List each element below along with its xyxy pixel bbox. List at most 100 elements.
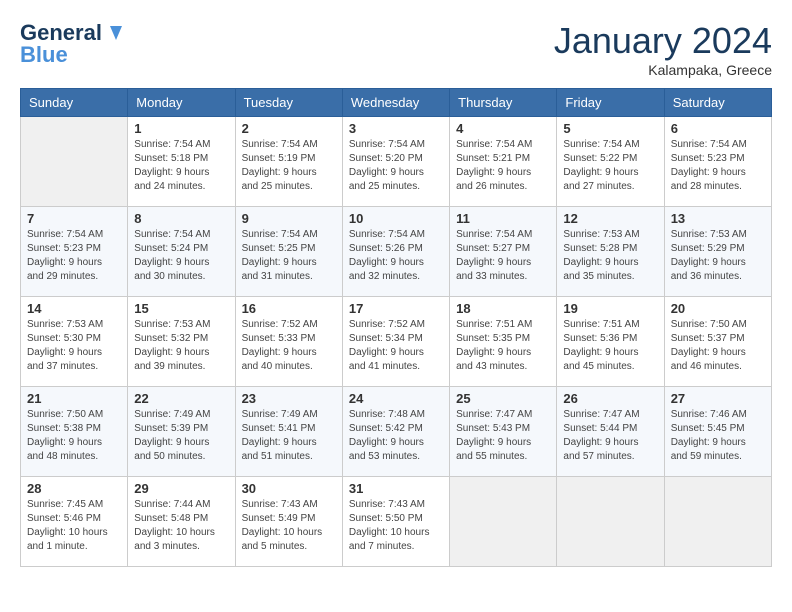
cell-info: Sunrise: 7:54 AM Sunset: 5:20 PM Dayligh… bbox=[349, 138, 443, 194]
day-number: 18 bbox=[456, 301, 550, 316]
calendar-cell: 20Sunrise: 7:50 AM Sunset: 5:37 PM Dayli… bbox=[664, 297, 771, 387]
calendar-cell: 11Sunrise: 7:54 AM Sunset: 5:27 PM Dayli… bbox=[450, 207, 557, 297]
calendar-cell: 23 Sunrise: 7:49 AM Sunset: 5:41 PM Dayli… bbox=[235, 387, 342, 477]
cell-info: Sunrise: 7:51 AM Sunset: 5:35 PM Dayligh… bbox=[456, 318, 550, 374]
calendar-cell: 24 Sunrise: 7:48 AM Sunset: 5:42 PM Dayli… bbox=[342, 387, 449, 477]
cell-info: Sunrise: 7:50 AM Sunset: 5:38 PM Dayligh… bbox=[27, 408, 121, 464]
logo: General Blue bbox=[20, 20, 124, 68]
day-number: 10 bbox=[349, 211, 443, 226]
cell-info: Sunrise: 7:54 AM Sunset: 5:22 PM Dayligh… bbox=[563, 138, 657, 194]
calendar-cell: 25 Sunrise: 7:47 AM Sunset: 5:43 PM Dayli… bbox=[450, 387, 557, 477]
weekday-header-row: SundayMondayTuesdayWednesdayThursdayFrid… bbox=[21, 89, 772, 117]
day-number: 20 bbox=[671, 301, 765, 316]
calendar-cell: 28Sunrise: 7:45 AM Sunset: 5:46 PM Dayli… bbox=[21, 477, 128, 567]
calendar-cell: 8 Sunrise: 7:54 AM Sunset: 5:24 PM Daylig… bbox=[128, 207, 235, 297]
location: Kalampaka, Greece bbox=[554, 62, 772, 78]
weekday-header: Tuesday bbox=[235, 89, 342, 117]
weekday-header: Sunday bbox=[21, 89, 128, 117]
logo-icon bbox=[102, 22, 124, 44]
day-number: 19 bbox=[563, 301, 657, 316]
cell-info: Sunrise: 7:53 AM Sunset: 5:28 PM Dayligh… bbox=[563, 228, 657, 284]
cell-info: Sunrise: 7:52 AM Sunset: 5:34 PM Dayligh… bbox=[349, 318, 443, 374]
day-number: 26 bbox=[563, 391, 657, 406]
calendar-cell: 6Sunrise: 7:54 AM Sunset: 5:23 PM Daylig… bbox=[664, 117, 771, 207]
day-number: 21 bbox=[27, 391, 121, 406]
cell-info: Sunrise: 7:54 AM Sunset: 5:21 PM Dayligh… bbox=[456, 138, 550, 194]
weekday-header: Friday bbox=[557, 89, 664, 117]
calendar-cell: 9Sunrise: 7:54 AM Sunset: 5:25 PM Daylig… bbox=[235, 207, 342, 297]
calendar-cell: 7 Sunrise: 7:54 AM Sunset: 5:23 PM Daylig… bbox=[21, 207, 128, 297]
day-number: 31 bbox=[349, 481, 443, 496]
cell-info: Sunrise: 7:54 AM Sunset: 5:25 PM Dayligh… bbox=[242, 228, 336, 284]
weekday-header: Thursday bbox=[450, 89, 557, 117]
calendar-cell: 29 Sunrise: 7:44 AM Sunset: 5:48 PM Dayli… bbox=[128, 477, 235, 567]
day-number: 13 bbox=[671, 211, 765, 226]
day-number: 5 bbox=[563, 121, 657, 136]
day-number: 16 bbox=[242, 301, 336, 316]
calendar-week-row: 1 Sunrise: 7:54 AM Sunset: 5:18 PM Daylig… bbox=[21, 117, 772, 207]
cell-info: Sunrise: 7:47 AM Sunset: 5:44 PM Dayligh… bbox=[563, 408, 657, 464]
calendar-cell: 2 Sunrise: 7:54 AM Sunset: 5:19 PM Daylig… bbox=[235, 117, 342, 207]
calendar-cell: 15 Sunrise: 7:53 AM Sunset: 5:32 PM Dayli… bbox=[128, 297, 235, 387]
day-number: 22 bbox=[134, 391, 228, 406]
calendar-cell: 1 Sunrise: 7:54 AM Sunset: 5:18 PM Daylig… bbox=[128, 117, 235, 207]
day-number: 3 bbox=[349, 121, 443, 136]
cell-info: Sunrise: 7:54 AM Sunset: 5:19 PM Dayligh… bbox=[242, 138, 336, 194]
day-number: 15 bbox=[134, 301, 228, 316]
day-number: 30 bbox=[242, 481, 336, 496]
calendar-cell: 4 Sunrise: 7:54 AM Sunset: 5:21 PM Daylig… bbox=[450, 117, 557, 207]
weekday-header: Monday bbox=[128, 89, 235, 117]
day-number: 11 bbox=[456, 211, 550, 226]
calendar-cell: 21 Sunrise: 7:50 AM Sunset: 5:38 PM Dayli… bbox=[21, 387, 128, 477]
day-number: 1 bbox=[134, 121, 228, 136]
calendar-cell: 26 Sunrise: 7:47 AM Sunset: 5:44 PM Dayli… bbox=[557, 387, 664, 477]
cell-info: Sunrise: 7:53 AM Sunset: 5:30 PM Dayligh… bbox=[27, 318, 121, 374]
calendar-cell: 16 Sunrise: 7:52 AM Sunset: 5:33 PM Dayli… bbox=[235, 297, 342, 387]
month-title: January 2024 bbox=[554, 20, 772, 62]
cell-info: Sunrise: 7:53 AM Sunset: 5:32 PM Dayligh… bbox=[134, 318, 228, 374]
day-number: 8 bbox=[134, 211, 228, 226]
calendar-cell: 5 Sunrise: 7:54 AM Sunset: 5:22 PM Daylig… bbox=[557, 117, 664, 207]
page-header: General Blue January 2024 Kalampaka, Gre… bbox=[20, 20, 772, 78]
calendar-cell: 17Sunrise: 7:52 AM Sunset: 5:34 PM Dayli… bbox=[342, 297, 449, 387]
day-number: 23 bbox=[242, 391, 336, 406]
day-number: 25 bbox=[456, 391, 550, 406]
day-number: 2 bbox=[242, 121, 336, 136]
day-number: 12 bbox=[563, 211, 657, 226]
day-number: 24 bbox=[349, 391, 443, 406]
cell-info: Sunrise: 7:52 AM Sunset: 5:33 PM Dayligh… bbox=[242, 318, 336, 374]
cell-info: Sunrise: 7:48 AM Sunset: 5:42 PM Dayligh… bbox=[349, 408, 443, 464]
day-number: 4 bbox=[456, 121, 550, 136]
calendar-cell bbox=[664, 477, 771, 567]
cell-info: Sunrise: 7:54 AM Sunset: 5:24 PM Dayligh… bbox=[134, 228, 228, 284]
day-number: 27 bbox=[671, 391, 765, 406]
calendar-week-row: 14Sunrise: 7:53 AM Sunset: 5:30 PM Dayli… bbox=[21, 297, 772, 387]
cell-info: Sunrise: 7:44 AM Sunset: 5:48 PM Dayligh… bbox=[134, 498, 228, 554]
weekday-header: Saturday bbox=[664, 89, 771, 117]
day-number: 29 bbox=[134, 481, 228, 496]
day-number: 6 bbox=[671, 121, 765, 136]
cell-info: Sunrise: 7:49 AM Sunset: 5:39 PM Dayligh… bbox=[134, 408, 228, 464]
calendar-cell: 12 Sunrise: 7:53 AM Sunset: 5:28 PM Dayli… bbox=[557, 207, 664, 297]
calendar-cell: 19 Sunrise: 7:51 AM Sunset: 5:36 PM Dayli… bbox=[557, 297, 664, 387]
calendar-cell: 14Sunrise: 7:53 AM Sunset: 5:30 PM Dayli… bbox=[21, 297, 128, 387]
cell-info: Sunrise: 7:51 AM Sunset: 5:36 PM Dayligh… bbox=[563, 318, 657, 374]
cell-info: Sunrise: 7:54 AM Sunset: 5:18 PM Dayligh… bbox=[134, 138, 228, 194]
calendar-cell: 10Sunrise: 7:54 AM Sunset: 5:26 PM Dayli… bbox=[342, 207, 449, 297]
cell-info: Sunrise: 7:54 AM Sunset: 5:23 PM Dayligh… bbox=[27, 228, 121, 284]
calendar-cell: 3 Sunrise: 7:54 AM Sunset: 5:20 PM Daylig… bbox=[342, 117, 449, 207]
weekday-header: Wednesday bbox=[342, 89, 449, 117]
cell-info: Sunrise: 7:47 AM Sunset: 5:43 PM Dayligh… bbox=[456, 408, 550, 464]
cell-info: Sunrise: 7:45 AM Sunset: 5:46 PM Dayligh… bbox=[27, 498, 121, 554]
cell-info: Sunrise: 7:49 AM Sunset: 5:41 PM Dayligh… bbox=[242, 408, 336, 464]
cell-info: Sunrise: 7:43 AM Sunset: 5:50 PM Dayligh… bbox=[349, 498, 443, 554]
cell-info: Sunrise: 7:43 AM Sunset: 5:49 PM Dayligh… bbox=[242, 498, 336, 554]
calendar-cell bbox=[557, 477, 664, 567]
calendar-cell: 27Sunrise: 7:46 AM Sunset: 5:45 PM Dayli… bbox=[664, 387, 771, 477]
calendar-cell: 30 Sunrise: 7:43 AM Sunset: 5:49 PM Dayli… bbox=[235, 477, 342, 567]
calendar-week-row: 28Sunrise: 7:45 AM Sunset: 5:46 PM Dayli… bbox=[21, 477, 772, 567]
day-number: 7 bbox=[27, 211, 121, 226]
calendar-cell bbox=[21, 117, 128, 207]
calendar-week-row: 21 Sunrise: 7:50 AM Sunset: 5:38 PM Dayli… bbox=[21, 387, 772, 477]
calendar-cell: 18 Sunrise: 7:51 AM Sunset: 5:35 PM Dayli… bbox=[450, 297, 557, 387]
